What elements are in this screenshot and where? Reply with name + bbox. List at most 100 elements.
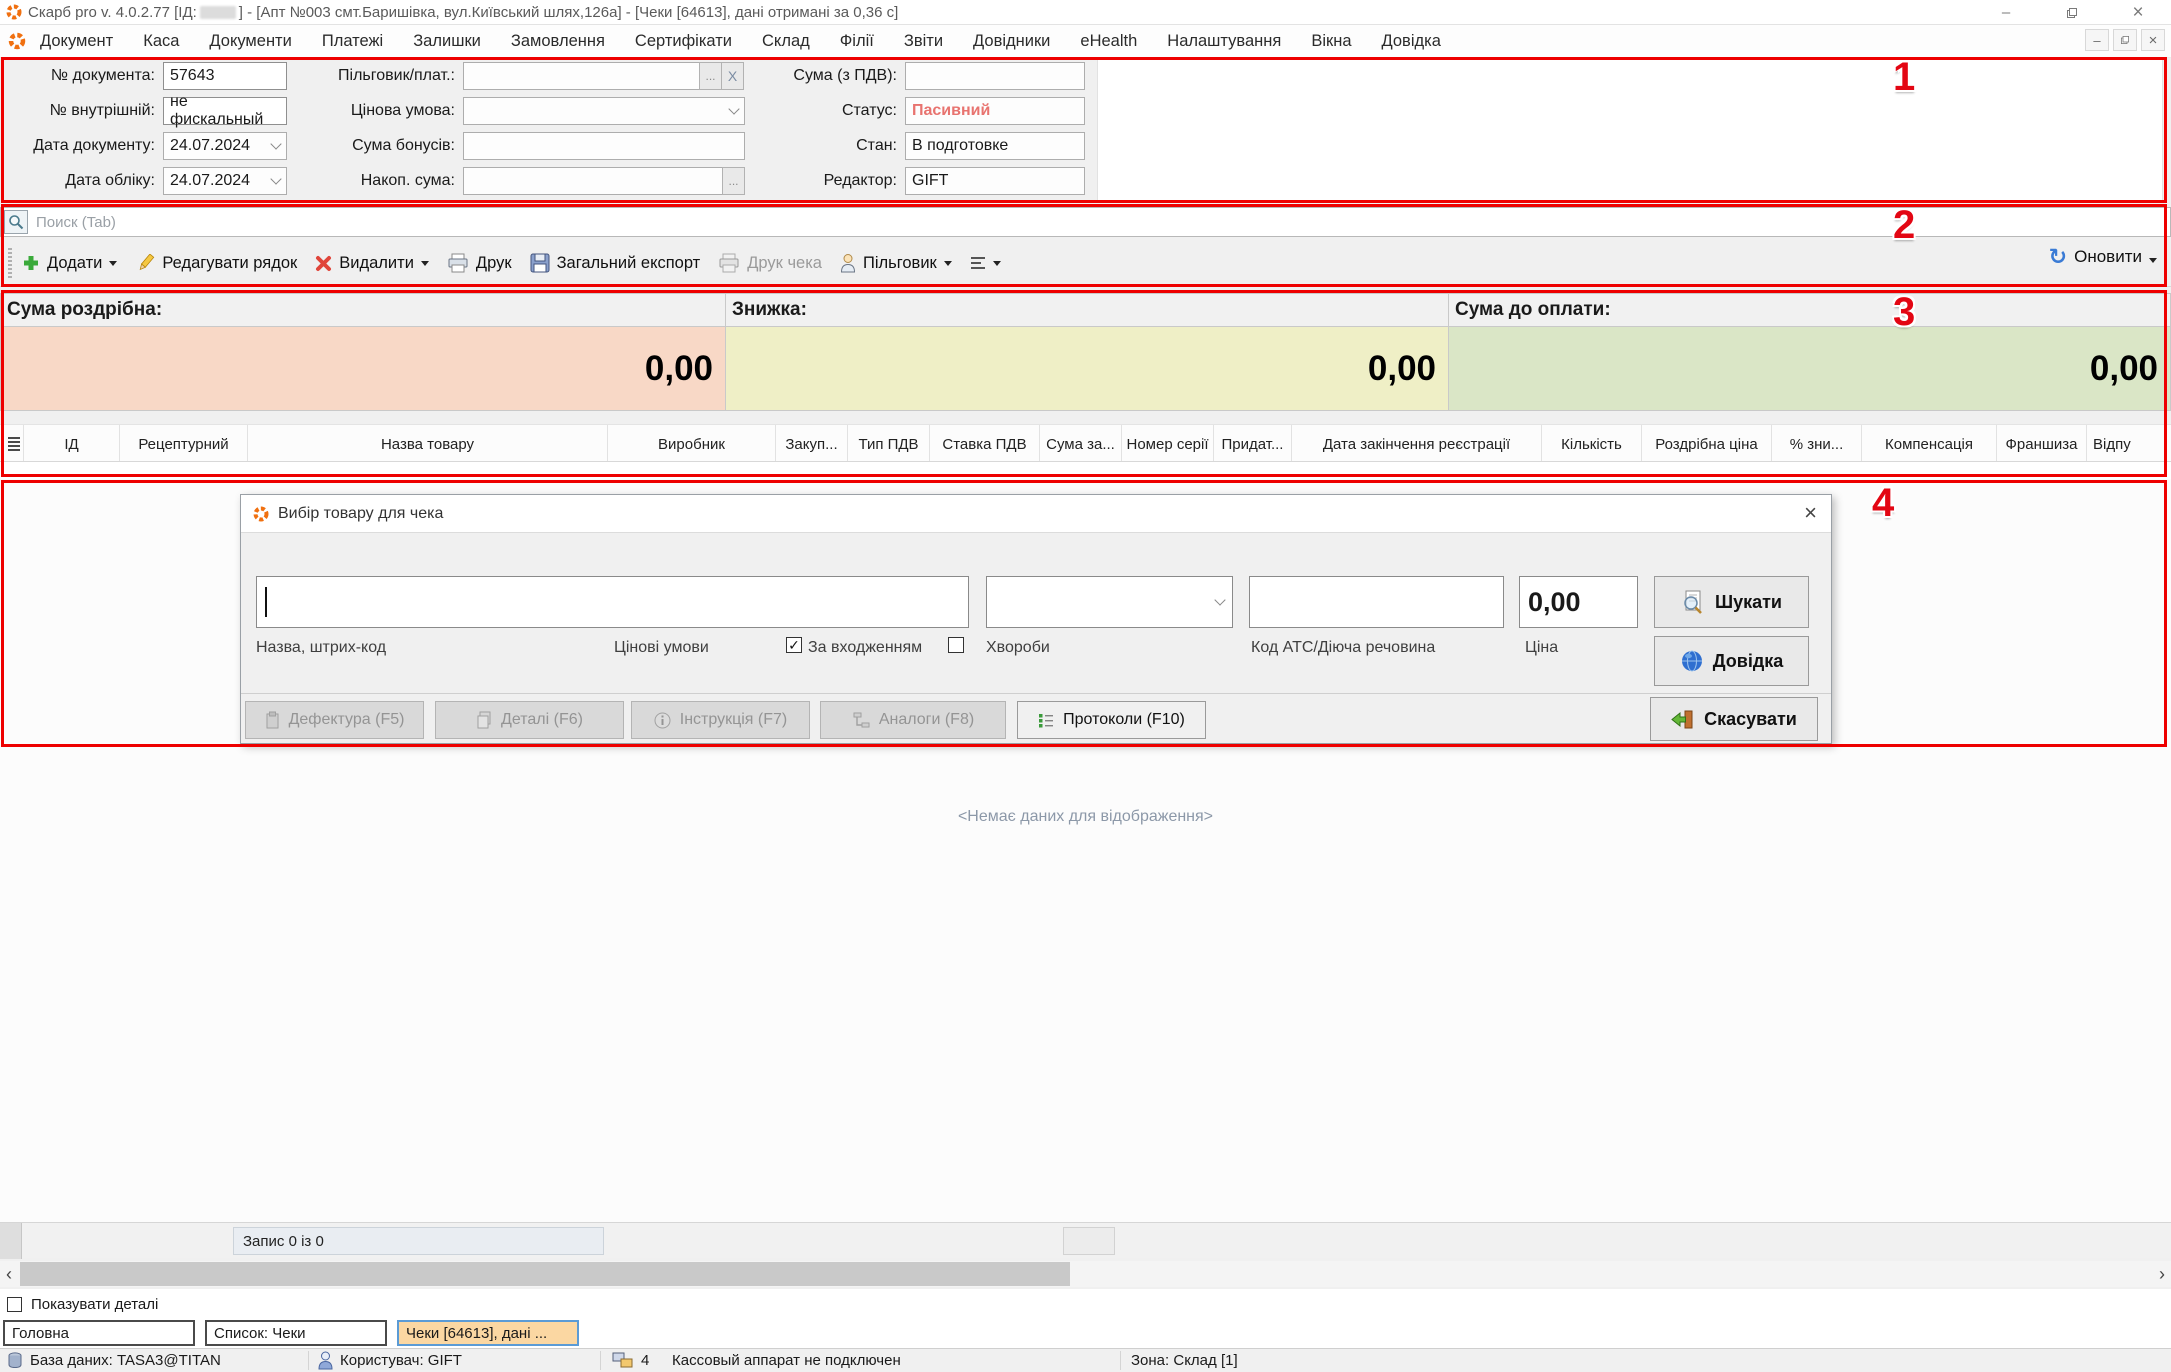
search-bar[interactable]: Поиск (Tab) (0, 207, 2171, 237)
print-button-label: Друк (476, 254, 512, 273)
column-compensation[interactable]: Компенсація (1862, 425, 1997, 462)
person-icon (840, 253, 856, 273)
dialog-app-icon (253, 506, 269, 522)
price-condition-combo[interactable] (463, 97, 745, 125)
accum-sum-label: Накоп. сума: (255, 167, 455, 195)
beneficiary-ellipsis-button[interactable]: ... (699, 62, 722, 90)
cancel-button[interactable]: Скасувати (1650, 697, 1818, 741)
scroll-right-arrow[interactable]: › (2153, 1261, 2171, 1287)
sum-vat-label: Сума (з ПДВ): (740, 62, 897, 90)
menu-reports[interactable]: Звіти (904, 32, 943, 51)
zone-status-label: Зона: Склад [1] (1131, 1352, 1238, 1369)
column-dispense[interactable]: Відпу (2087, 425, 2171, 462)
view-options-button[interactable] (970, 256, 1001, 270)
column-retail-price[interactable]: Роздрібна ціна (1642, 425, 1772, 462)
scroll-left-arrow[interactable]: ‹ (0, 1261, 18, 1287)
entry-match-checkbox[interactable]: ✓ (786, 637, 802, 653)
menu-help[interactable]: Довідка (1382, 32, 1441, 51)
mdi-close-button[interactable]: × (2141, 29, 2165, 51)
secondary-checkbox[interactable] (948, 637, 964, 653)
column-registration-end-date[interactable]: Дата закінчення реєстрації (1292, 425, 1542, 462)
dialog-title-bar[interactable]: Вибір товару для чека × (241, 495, 1831, 533)
payable-sum-label: Сума до оплати: (1448, 293, 2171, 327)
edit-row-button[interactable]: Редагувати рядок (135, 254, 297, 273)
status-bar: База даних: TASA3@TITAN Користувач: GIFT… (0, 1348, 2171, 1372)
show-details-checkbox[interactable] (7, 1297, 22, 1312)
menu-directories[interactable]: Довідники (973, 32, 1050, 51)
menu-orders[interactable]: Замовлення (511, 32, 605, 51)
menu-documents[interactable]: Документи (209, 32, 291, 51)
menu-warehouse[interactable]: Склад (762, 32, 810, 51)
column-series-number[interactable]: Номер серії (1122, 425, 1214, 462)
restore-button[interactable] (2039, 0, 2105, 25)
product-name-input[interactable] (256, 576, 969, 628)
column-vat-type[interactable]: Тип ПДВ (848, 425, 930, 462)
defect-button[interactable]: Дефектура (F5) (245, 701, 424, 739)
export-button-label: Загальний експорт (557, 254, 701, 273)
chevron-down-icon (1214, 594, 1225, 605)
column-purchase[interactable]: Закуп... (776, 425, 848, 462)
editor-label: Редактор: (740, 167, 897, 195)
column-franchise[interactable]: Франшиза (1997, 425, 2087, 462)
details-button[interactable]: Деталі (F6) (435, 701, 624, 739)
statusbar-separator (308, 1351, 309, 1370)
delete-button[interactable]: Видалити (315, 254, 429, 273)
column-product-name[interactable]: Назва товару (248, 425, 608, 462)
minimize-button[interactable]: – (1973, 0, 2039, 25)
scrollbar-thumb[interactable] (20, 1262, 1070, 1286)
menu-certificates[interactable]: Сертифікати (635, 32, 732, 51)
menu-settings[interactable]: Налаштування (1167, 32, 1281, 51)
column-sum[interactable]: Сума за... (1040, 425, 1122, 462)
accum-sum-field[interactable] (463, 167, 745, 195)
beneficiary-field[interactable] (463, 62, 700, 90)
print-button[interactable]: Друк (447, 253, 512, 273)
window-title-suffix: ] - [Апт №003 смт.Баришівка, вул.Київськ… (239, 4, 899, 21)
dialog-close-icon[interactable]: × (1804, 502, 1817, 524)
menu-kasa[interactable]: Каса (143, 32, 179, 51)
record-counter: Запис 0 із 0 (233, 1227, 604, 1255)
search-product-button[interactable]: Шукати (1654, 576, 1809, 628)
refresh-button-label: Оновити (2074, 247, 2142, 267)
mdi-restore-button[interactable] (2113, 29, 2137, 51)
menu-windows[interactable]: Вікна (1311, 32, 1351, 51)
reference-button[interactable]: Довідка (1654, 636, 1809, 686)
sum-vat-field[interactable] (905, 62, 1085, 90)
analogs-button[interactable]: Аналоги (F8) (820, 701, 1006, 739)
add-button-label: Додати (47, 254, 102, 273)
add-button[interactable]: Додати (22, 254, 117, 273)
column-quantity[interactable]: Кількість (1542, 425, 1642, 462)
tab-list-checks[interactable]: Список: Чеки (205, 1320, 387, 1346)
mdi-minimize-button[interactable]: – (2085, 29, 2109, 51)
menu-document[interactable]: Документ (40, 32, 113, 51)
toolbar-grip[interactable] (8, 248, 12, 278)
column-id[interactable]: ІД (24, 425, 120, 462)
column-manufacturer[interactable]: Виробник (608, 425, 776, 462)
export-button[interactable]: Загальний експорт (530, 253, 701, 273)
column-prescription[interactable]: Рецептурний (120, 425, 248, 462)
atc-code-input[interactable] (1249, 576, 1504, 628)
tab-home[interactable]: Головна (3, 1320, 195, 1346)
totals-labels-row: Сума роздрібна: Знижка: Сума до оплати: (0, 293, 2171, 327)
menu-ehealth[interactable]: eHealth (1080, 32, 1137, 51)
instruction-button[interactable]: Інструкція (F7) (631, 701, 810, 739)
menu-stock[interactable]: Залишки (413, 32, 481, 51)
cash-device-status: Кассовый аппарат не подключен (672, 1349, 901, 1372)
menu-branches[interactable]: Філії (840, 32, 874, 51)
column-discount-pct[interactable]: % зни... (1772, 425, 1862, 462)
print-receipt-button[interactable]: Друк чека (718, 253, 822, 273)
beneficiary-button[interactable]: Пільговик (840, 253, 952, 273)
disease-combo[interactable] (986, 576, 1233, 628)
bonus-sum-field[interactable] (463, 132, 745, 160)
column-vat-rate[interactable]: Ставка ПДВ (930, 425, 1040, 462)
refresh-button[interactable]: ↻ Оновити (2049, 246, 2157, 267)
protocols-button[interactable]: Протоколи (F10) (1017, 701, 1206, 739)
grip-icon (8, 437, 20, 451)
menu-payments[interactable]: Платежі (322, 32, 383, 51)
close-button[interactable]: × (2105, 0, 2171, 25)
app-logo-icon (6, 4, 22, 20)
horizontal-scrollbar[interactable]: ‹ › (0, 1261, 2171, 1287)
column-expiry[interactable]: Придат... (1214, 425, 1292, 462)
price-input[interactable]: 0,00 (1519, 576, 1638, 628)
doc-number-label: № документа: (5, 62, 155, 90)
tab-checks-active[interactable]: Чеки [64613], дані ... (397, 1320, 579, 1346)
